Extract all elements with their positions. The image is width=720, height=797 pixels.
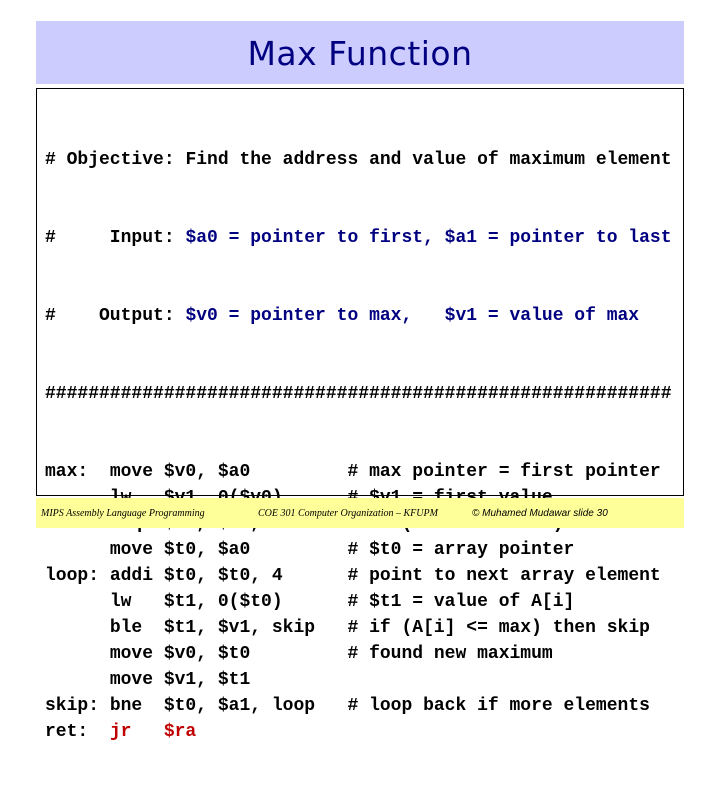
code-comment: # loop back if more elements <box>347 696 650 716</box>
code-box: # Objective: Find the address and value … <box>36 88 684 742</box>
code-label: ret: <box>45 722 110 742</box>
code-line: move $v0, $t0 # found new maximum <box>45 641 672 667</box>
code-comment: # $t0 = array pointer <box>347 540 575 560</box>
code-operands: $v0, $t0 <box>163 644 348 664</box>
comment-text: Find the address and value of maximum el… <box>185 150 672 170</box>
code-line: move $t0, $a0 # $t0 = array pointer <box>45 537 672 563</box>
comment-line-input: # Input: $a0 = pointer to first, $a1 = p… <box>45 225 672 251</box>
slide-title: Max Function <box>247 34 473 73</box>
code-label <box>45 644 110 664</box>
code-operands: $t0, $a1, loop <box>163 696 348 716</box>
code-operands: $ra <box>163 722 197 742</box>
footer-course-name: COE 301 Computer Organization – KFUPM <box>258 508 438 519</box>
code-line: loop: addi $t0, $t0, 4 # point to next a… <box>45 563 672 589</box>
code-label <box>45 540 110 560</box>
comment-line-objective: # Objective: Find the address and value … <box>45 147 672 173</box>
footer-course-topic: MIPS Assembly Language Programming <box>41 508 205 519</box>
code-opcode: lw <box>109 592 164 612</box>
code-line: lw $t1, 0($t0) # $t1 = value of A[i] <box>45 589 672 615</box>
code-label: skip: <box>45 696 110 716</box>
code-opcode: ble <box>109 618 164 638</box>
code-label <box>45 618 110 638</box>
comment-prefix: # Output: <box>45 306 186 326</box>
code-operands: $v0, $a0 <box>163 462 348 482</box>
code-line: ret: jr $ra <box>45 719 672 745</box>
code-line: skip: bne $t0, $a1, loop # loop back if … <box>45 693 672 719</box>
code-line: max: move $v0, $a0 # max pointer = first… <box>45 459 672 485</box>
code-opcode: move <box>109 462 164 482</box>
code-label: max: <box>45 462 110 482</box>
code-label <box>45 592 110 612</box>
code-comment: # point to next array element <box>347 566 661 586</box>
code-operands: $t1, $v1, skip <box>163 618 348 638</box>
code-comment: # if (A[i] <= max) then skip <box>347 618 650 638</box>
comment-line-output: # Output: $v0 = pointer to max, $v1 = va… <box>45 303 672 329</box>
comment-prefix: # Input: <box>45 228 186 248</box>
code-comment: # found new maximum <box>347 644 553 664</box>
code-line: move $v1, $t1 <box>45 667 672 693</box>
slide-title-bar: Max Function <box>36 21 684 84</box>
comment-text: $a0 = pointer to first, $a1 = pointer to… <box>185 228 672 248</box>
code-comment: # $t1 = value of A[i] <box>347 592 575 612</box>
code-opcode: jr <box>109 722 164 742</box>
code-operands: $t1, 0($t0) <box>163 592 348 612</box>
slide-footer: MIPS Assembly Language Programming COE 3… <box>36 498 684 528</box>
separator-line: ########################################… <box>45 384 672 404</box>
code-label: loop: <box>45 566 110 586</box>
code-comment: # max pointer = first pointer <box>347 462 661 482</box>
code-opcode: move <box>109 670 164 690</box>
code-line: ble $t1, $v1, skip # if (A[i] <= max) th… <box>45 615 672 641</box>
code-label <box>45 670 110 690</box>
footer-author-slide: © Muhamed Mudawar slide 30 <box>472 508 608 519</box>
assembly-code: # Objective: Find the address and value … <box>45 95 672 797</box>
code-opcode: bne <box>109 696 164 716</box>
code-operands: $t0, $a0 <box>163 540 348 560</box>
code-opcode: move <box>109 644 164 664</box>
code-opcode: move <box>109 540 164 560</box>
code-operands: $v1, $t1 <box>163 670 348 690</box>
comment-prefix: # Objective: <box>45 150 186 170</box>
code-operands: $t0, $t0, 4 <box>163 566 348 586</box>
comment-text: $v0 = pointer to max, $v1 = value of max <box>185 306 640 326</box>
code-opcode: addi <box>109 566 164 586</box>
